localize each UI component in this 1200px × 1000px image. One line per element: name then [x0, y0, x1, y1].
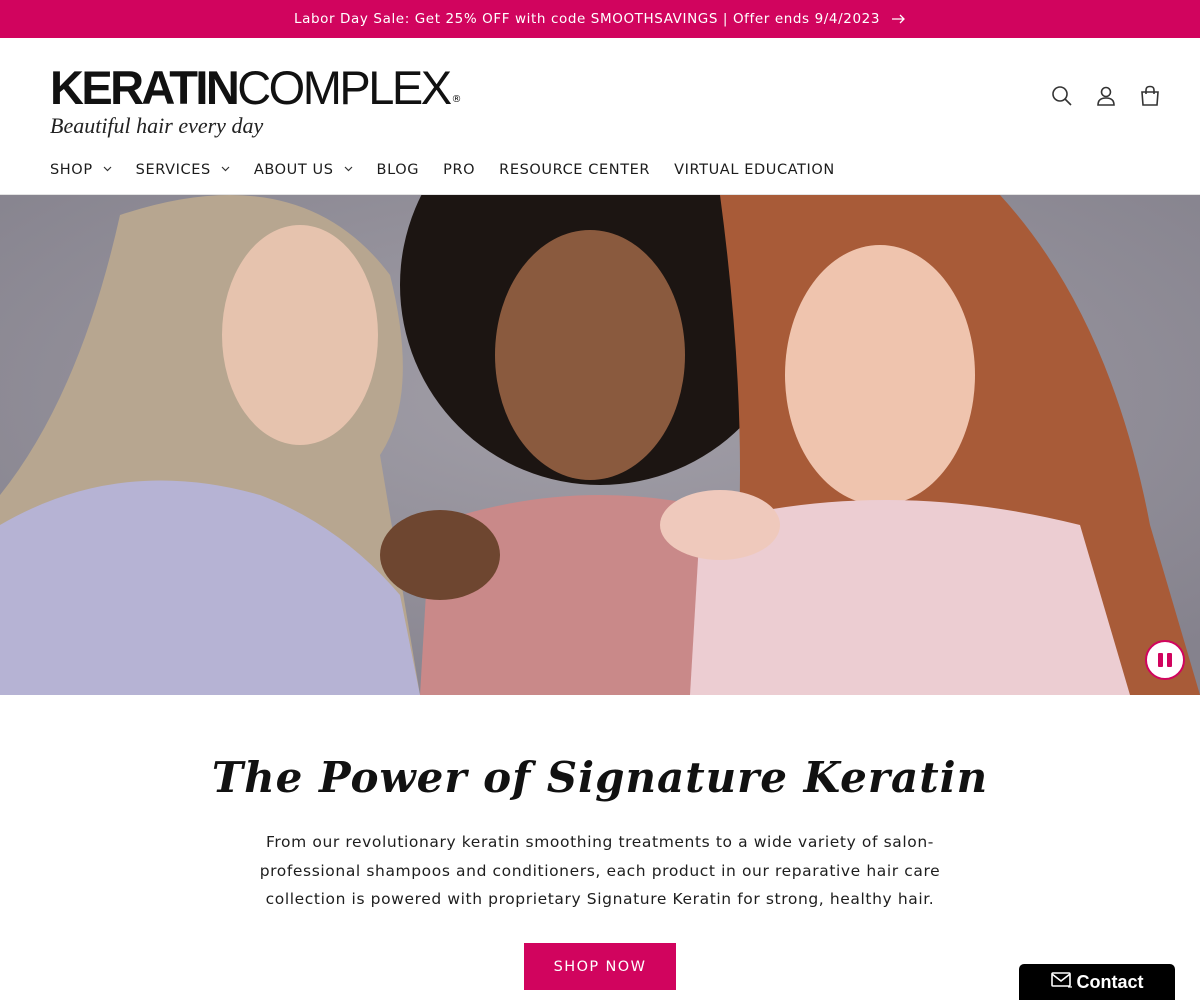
logo-bold-text: KERATIN [50, 61, 240, 114]
nav-item-label[interactable]: SHOP [50, 162, 93, 178]
nav-item-about-us[interactable]: ABOUT US [254, 162, 353, 178]
nav-item-label[interactable]: ABOUT US [254, 162, 334, 178]
nav-item-blog[interactable]: BLOG [377, 162, 420, 178]
chevron-down-icon[interactable] [103, 166, 112, 175]
search-icon[interactable] [1050, 84, 1074, 108]
main-nav: SHOP SERVICES ABOUT US BLOG PRO RESOURCE… [50, 162, 859, 178]
site-header: KERATIN COMPLEX ® Beautiful hair every d… [0, 38, 1200, 195]
hero-image [0, 195, 1200, 695]
chevron-down-icon[interactable] [344, 166, 353, 175]
shop-now-button[interactable]: SHOP NOW [524, 943, 676, 990]
logo-light-text: COMPLEX [237, 61, 452, 114]
logo-registered-mark: ® [451, 94, 462, 105]
nav-item-label[interactable]: SERVICES [136, 162, 211, 178]
account-icon[interactable] [1094, 84, 1118, 108]
nav-item-resource-center[interactable]: RESOURCE CENTER [499, 162, 650, 178]
pause-icon-bar[interactable] [1167, 653, 1172, 667]
announcement-text[interactable]: Labor Day Sale: Get 25% OFF with code SM… [294, 11, 880, 27]
mail-icon[interactable] [1050, 971, 1073, 993]
nav-item-pro[interactable]: PRO [443, 162, 475, 178]
cart-icon[interactable] [1138, 84, 1162, 108]
nav-item-virtual-education[interactable]: VIRTUAL EDUCATION [674, 162, 835, 178]
hero-video [0, 195, 1200, 695]
contact-button[interactable]: Contact [1019, 964, 1175, 1000]
arrow-right-icon[interactable] [892, 11, 906, 27]
nav-item-label[interactable]: VIRTUAL EDUCATION [674, 162, 835, 178]
section-title: The Power of Signature Keratin [211, 753, 989, 802]
chevron-down-icon[interactable] [221, 166, 230, 175]
nav-item-shop[interactable]: SHOP [50, 162, 112, 178]
pause-icon[interactable] [1158, 653, 1163, 667]
section-description: From our revolutionary keratin smoothing… [259, 833, 941, 908]
nav-item-label[interactable]: PRO [443, 162, 475, 178]
contact-label[interactable]: Contact [1077, 972, 1144, 993]
announcement-bar[interactable]: Labor Day Sale: Get 25% OFF with code SM… [0, 0, 1200, 38]
brand-logo[interactable]: KERATIN COMPLEX ® Beautiful hair every d… [50, 61, 462, 138]
nav-item-services[interactable]: SERVICES [136, 162, 230, 178]
logo-tagline: Beautiful hair every day [50, 113, 264, 138]
header-icons [1050, 84, 1162, 108]
nav-item-label[interactable]: BLOG [377, 162, 420, 178]
pause-button[interactable] [1145, 640, 1185, 680]
nav-item-label[interactable]: RESOURCE CENTER [499, 162, 650, 178]
